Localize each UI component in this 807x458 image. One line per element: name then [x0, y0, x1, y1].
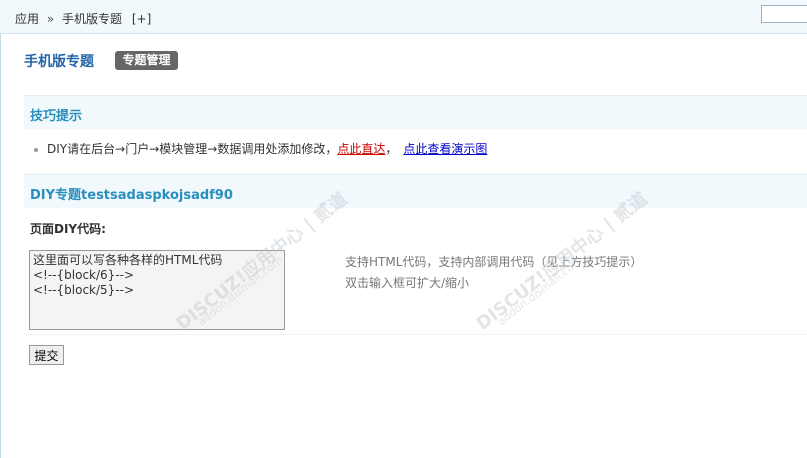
arrow-icon: →	[115, 142, 126, 156]
tab-topic-management[interactable]: 专题管理	[115, 51, 178, 70]
diy-section-title: DIY专题testsadaspkojsadf90	[30, 188, 233, 203]
demo-image-link[interactable]: 点此查看演示图	[403, 142, 487, 156]
code-field-label: 页面DIY代码:	[30, 222, 106, 236]
tip-text: DIY请在后台	[47, 142, 116, 156]
tip-step-portal: 门户	[125, 142, 150, 156]
divider	[24, 334, 807, 335]
arrow-icon: →	[149, 142, 160, 156]
tips-section-title: 技巧提示	[30, 109, 83, 124]
diy-code-textarea[interactable]: 这里面可以写各种各样的HTML代码 <!--{block/6}--> <!--{…	[29, 250, 285, 330]
breadcrumb: 应用 » 手机版专题 [+]	[15, 10, 155, 27]
diy-section-header: DIY专题testsadaspkojsadf90	[24, 174, 807, 208]
breadcrumb-item-mobile-topic[interactable]: 手机版专题	[62, 12, 122, 26]
help-line-resize: 双击输入框可扩大/缩小	[345, 276, 470, 290]
tip-comma: ，	[385, 142, 398, 156]
tip-item: DIY请在后台→门户→模块管理→数据调用处添加修改，点此直达， 点此查看演示图	[34, 140, 487, 157]
code-field-help: 支持HTML代码，支持内部调用代码（见上方技巧提示） 双击输入框可扩大/缩小	[345, 252, 642, 294]
bullet-icon	[34, 147, 38, 152]
search-input[interactable]	[761, 5, 807, 23]
arrow-icon: →	[207, 142, 218, 156]
top-bar: 应用 » 手机版专题 [+]	[0, 0, 807, 34]
tips-section-header: 技巧提示	[24, 95, 807, 129]
tip-step-data: 数据调用处添加修改，	[217, 142, 338, 156]
submit-button[interactable]: 提交	[29, 345, 64, 365]
breadcrumb-item-apps[interactable]: 应用	[15, 12, 39, 26]
tip-step-module: 模块管理	[159, 142, 208, 156]
direct-link[interactable]: 点此直达	[337, 142, 385, 156]
help-line-html: 支持HTML代码，支持内部调用代码（见上方技巧提示）	[345, 255, 643, 269]
add-shortcut-link[interactable]: [+]	[132, 12, 151, 26]
page-title: 手机版专题	[24, 54, 94, 70]
breadcrumb-separator: »	[46, 12, 55, 26]
left-border	[0, 0, 1, 458]
